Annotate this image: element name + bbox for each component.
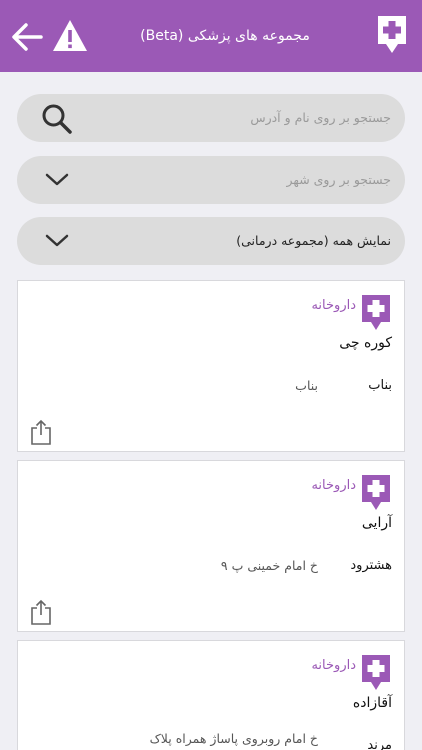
result-card[interactable]: داروخانه کوره چی بناب بناب [17, 280, 405, 452]
arrow-left-icon[interactable] [10, 20, 44, 54]
page-title: مجموعه های پزشکی (Beta) [140, 28, 310, 44]
place-name: آقازاده [352, 695, 392, 711]
search-input[interactable]: جستجو بر روی نام و آدرس [17, 94, 405, 142]
address-text: خ امام خمینی پ ۹ [220, 558, 318, 573]
pharmacy-icon [362, 475, 390, 510]
category-label: داروخانه [311, 298, 356, 313]
chevron-down-icon[interactable] [45, 234, 69, 248]
share-icon[interactable] [30, 599, 52, 625]
city-label: هشترود [350, 558, 392, 573]
city-label: بناب [368, 378, 392, 393]
result-card[interactable]: داروخانه آقازاده مرند خ امام روبروی پاسا… [17, 640, 405, 750]
city-filter-placeholder: جستجو بر روی شهر [286, 172, 391, 187]
address-text: بناب [295, 378, 318, 393]
city-label: مرند [367, 738, 392, 750]
pharmacy-icon [362, 295, 390, 330]
search-icon[interactable] [41, 103, 73, 135]
category-label: داروخانه [311, 658, 356, 673]
category-label: داروخانه [311, 478, 356, 493]
city-filter-select[interactable]: جستجو بر روی شهر [17, 156, 405, 204]
pharmacy-icon [362, 655, 390, 690]
medical-plus-icon [378, 16, 406, 53]
search-placeholder: جستجو بر روی نام و آدرس [250, 110, 391, 125]
warning-icon[interactable] [52, 18, 88, 54]
result-card[interactable]: داروخانه آرایی هشترود خ امام خمینی پ ۹ [17, 460, 405, 632]
share-icon[interactable] [30, 419, 52, 445]
place-name: آرایی [361, 515, 392, 531]
address-text: خ امام روبروی پاساژ همراه پلاک [149, 731, 318, 746]
type-filter-select[interactable]: نمایش همه (مجموعه درمانی) [17, 217, 405, 265]
place-name: کوره چی [339, 335, 392, 351]
type-filter-value: نمایش همه (مجموعه درمانی) [236, 233, 391, 248]
app-header: مجموعه های پزشکی (Beta) [0, 0, 422, 72]
chevron-down-icon[interactable] [45, 173, 69, 187]
